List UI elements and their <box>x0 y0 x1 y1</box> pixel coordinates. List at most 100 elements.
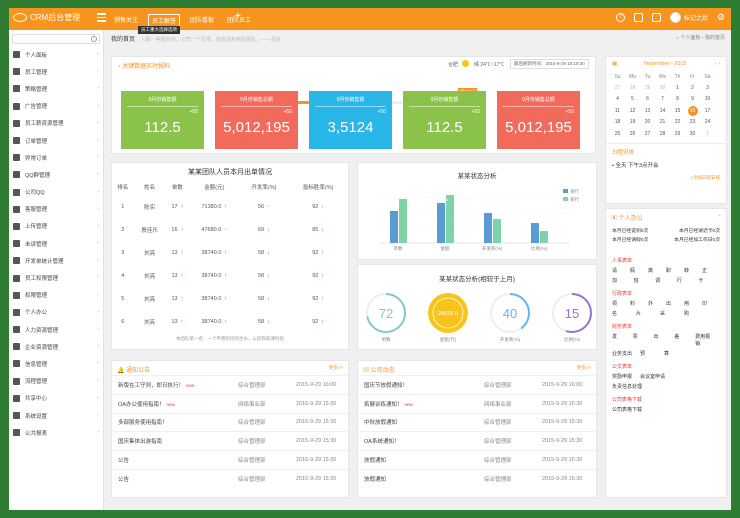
form-link[interactable]: 外 <box>648 300 663 307</box>
bar[interactable] <box>390 211 398 243</box>
sidebar-item[interactable]: 员工权限管理 › <box>9 269 103 286</box>
sidebar-item[interactable]: 权限管理 › <box>9 287 103 304</box>
todo-add-icon[interactable]: + <box>718 213 721 218</box>
kpi-card[interactable]: 9月份销售总额 +50 5,012,195 <box>497 91 580 149</box>
kpi-card[interactable]: 9月份销售额 +50 112.5 <box>121 91 204 149</box>
sidebar-item[interactable]: 策略管理 › <box>9 80 103 97</box>
form-link[interactable]: 领 <box>612 300 627 307</box>
form-link[interactable]: 班 <box>634 277 653 284</box>
list-item[interactable]: OA系统通知！ 综合管理部 2015-9-29 15:30 <box>358 431 596 450</box>
calendar-day-cell[interactable]: 29 <box>640 82 655 94</box>
calendar-day-cell[interactable]: 1 <box>700 128 715 140</box>
mail-icon[interactable] <box>651 13 661 22</box>
form-link[interactable]: 卡 <box>698 277 717 284</box>
form-link[interactable]: 出 <box>654 333 672 347</box>
sidebar-item[interactable]: 个人面板 › <box>9 46 103 63</box>
form-link[interactable]: 采 <box>660 310 681 317</box>
form-link[interactable]: 料 <box>630 300 645 307</box>
sidebar-item[interactable]: 公共报表 › <box>9 424 103 441</box>
bar[interactable] <box>446 195 454 243</box>
table-row[interactable]: 3 刘亮 13 ↑ 38740.0 ↑ 58 ↓ 92 ↑ <box>112 241 348 264</box>
calendar-day-cell[interactable]: 9 <box>685 94 700 106</box>
table-row[interactable]: 4 刘亮 13 ↑ 38740.0 ↑ 58 ↓ 92 ↑ <box>112 264 348 287</box>
sidebar-item[interactable]: 信息管理 › <box>9 355 103 372</box>
calendar-nav-icon[interactable]: ‹ › <box>715 61 720 67</box>
form-link[interactable]: 票 <box>633 333 651 347</box>
calendar-day-cell[interactable]: 28 <box>625 82 640 94</box>
calendar-day-cell[interactable]: 16 <box>685 105 700 117</box>
calendar-day-cell[interactable]: 4 <box>610 94 625 106</box>
app-logo[interactable]: CRM后台管理 <box>13 12 80 23</box>
nav-item[interactable]: 团队看板 <box>187 14 217 27</box>
sidebar-item[interactable]: QQ群管理 › <box>9 166 103 183</box>
list-item[interactable]: 拓展训练通知！ new 网络事业部 2015-9-29 15:30 <box>358 393 596 413</box>
menu-toggle-icon[interactable] <box>97 13 106 22</box>
sidebar-item[interactable]: 开发单统计管理 › <box>9 252 103 269</box>
bar[interactable] <box>531 223 539 243</box>
form-link[interactable]: 购 <box>684 310 705 317</box>
form-link[interactable]: 奖励申报 <box>612 373 632 380</box>
calendar-day-cell[interactable]: 11 <box>610 105 625 117</box>
form-link[interactable]: 印 <box>702 300 717 307</box>
calendar-day-cell[interactable]: 25 <box>610 128 625 140</box>
sidebar-item[interactable]: 流程管理 › <box>9 373 103 390</box>
list-item[interactable]: 公告 综合管理部 2015-9-29 15:30 <box>112 468 348 488</box>
calendar-day-cell[interactable]: 30 <box>685 128 700 140</box>
sidebar-item[interactable]: 公司QQ › <box>9 184 103 201</box>
calendar-day-cell[interactable]: 29 <box>670 128 685 140</box>
calendar-day-cell[interactable]: 26 <box>625 128 640 140</box>
form-link[interactable]: 加 <box>612 277 631 284</box>
form-link[interactable]: 算 <box>664 350 685 357</box>
calendar-day-cell[interactable]: 6 <box>640 94 655 106</box>
form-link[interactable]: 请 <box>612 267 627 274</box>
calendar-day-cell[interactable]: 24 <box>700 117 715 129</box>
user-menu[interactable]: 标记之后 <box>669 12 708 23</box>
list-item[interactable]: 中秋放假通知 综合管理部 2015-9-29 15:30 <box>358 412 596 432</box>
calendar-day-cell[interactable]: 18 <box>610 117 625 129</box>
bar[interactable] <box>484 213 492 243</box>
form-link[interactable]: 正 <box>702 267 717 274</box>
list-item[interactable]: 多部服务使用指南！ 综合管理部 2015-9-29 15:30 <box>112 412 348 432</box>
sidebar-item[interactable]: 客服管理 › <box>9 201 103 218</box>
form-link[interactable]: 调 <box>655 277 674 284</box>
schedule-item[interactable]: • 全天 下午3点开会 <box>612 161 720 169</box>
form-link[interactable]: 假 <box>630 267 645 274</box>
bar[interactable] <box>399 199 407 243</box>
calendar-day-cell[interactable]: 27 <box>640 128 655 140</box>
settings-gear-icon[interactable]: ⚙ <box>717 12 725 23</box>
message-icon[interactable] <box>633 13 643 22</box>
form-link[interactable]: 职 <box>666 267 681 274</box>
form-link[interactable]: 出 <box>666 300 681 307</box>
form-link[interactable]: 名 <box>612 310 633 317</box>
form-link[interactable]: 会议室申请 <box>640 373 665 380</box>
table-row[interactable]: 5 刘亮 13 ↑ 38740.0 ↑ 58 ↓ 92 ↑ <box>112 287 348 310</box>
calendar-day-cell[interactable]: 8 <box>670 94 685 106</box>
add-schedule-link[interactable]: +添加日程安排 <box>612 175 720 181</box>
refresh-time[interactable]: 最后刷新时间：2015-9-29 15:19:30 <box>510 59 589 69</box>
sidebar-item[interactable]: 上传管理 › <box>9 218 103 235</box>
calendar-day-cell[interactable]: 15 <box>670 105 685 117</box>
sidebar-item[interactable]: 订单管理 › <box>9 132 103 149</box>
sidebar-item[interactable]: 广告管理 › <box>9 98 103 115</box>
calendar-day-cell[interactable]: 5 <box>625 94 640 106</box>
sidebar-item[interactable]: 系统设置 › <box>9 407 103 424</box>
form-link[interactable]: 费用报销 <box>695 333 712 347</box>
kpi-card[interactable]: 9月份销售额 +50 112.5 <box>403 91 486 149</box>
bar[interactable] <box>493 219 501 243</box>
form-link[interactable]: 片 <box>636 310 657 317</box>
calendar-day-cell[interactable]: 12 <box>625 105 640 117</box>
calendar-day-cell[interactable]: 14 <box>655 105 670 117</box>
form-link[interactable]: 转 <box>684 267 699 274</box>
list-item[interactable]: 国庆集体出游指南 综合管理部 2015-9-29 15:30 <box>112 431 348 450</box>
list-item[interactable]: 公告 综合管理部 2015-9-29 15:30 <box>112 450 348 469</box>
nav-item[interactable]: 销售关注 <box>111 14 141 27</box>
calendar-day-cell[interactable]: 27 <box>610 82 625 94</box>
sidebar-item[interactable]: 未读管理 › <box>9 235 103 252</box>
help-icon[interactable]: ? <box>615 13 625 22</box>
list-item[interactable]: 放假通知 综合管理部 2015-9-29 15:30 <box>358 450 596 469</box>
calendar-day-cell[interactable]: 13 <box>640 105 655 117</box>
form-link[interactable]: 行 <box>677 277 696 284</box>
sidebar-item[interactable]: 异常订单 › <box>9 149 103 166</box>
calendar-day-cell[interactable]: 7 <box>655 94 670 106</box>
sidebar-item[interactable]: 个人办公 › <box>9 304 103 321</box>
